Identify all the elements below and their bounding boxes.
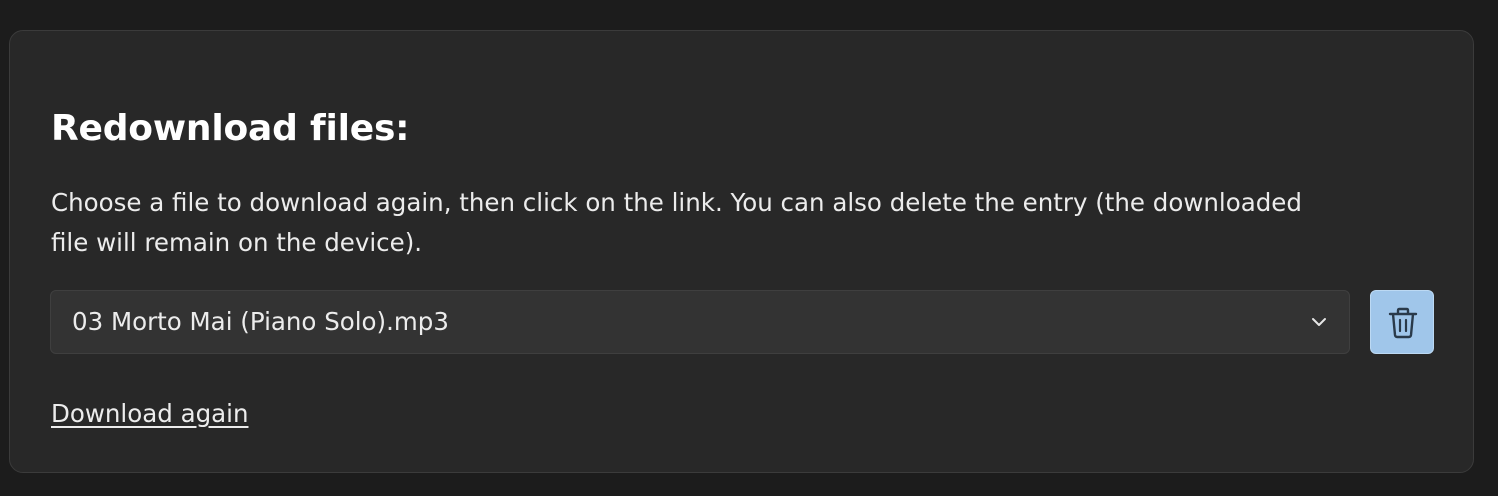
chevron-down-icon <box>1312 318 1326 326</box>
file-select[interactable]: 03 Morto Mai (Piano Solo).mp3 <box>50 290 1350 354</box>
panel-description: Choose a file to download again, then cl… <box>51 188 1302 257</box>
redownload-panel: Redownload files: Choose a file to downl… <box>9 30 1474 473</box>
delete-entry-button[interactable] <box>1370 290 1434 354</box>
download-again-link[interactable]: Download again <box>51 394 248 434</box>
trash-icon <box>1388 307 1418 339</box>
file-select-value: 03 Morto Mai (Piano Solo).mp3 <box>72 307 449 336</box>
panel-title: Redownload files: <box>51 108 410 149</box>
